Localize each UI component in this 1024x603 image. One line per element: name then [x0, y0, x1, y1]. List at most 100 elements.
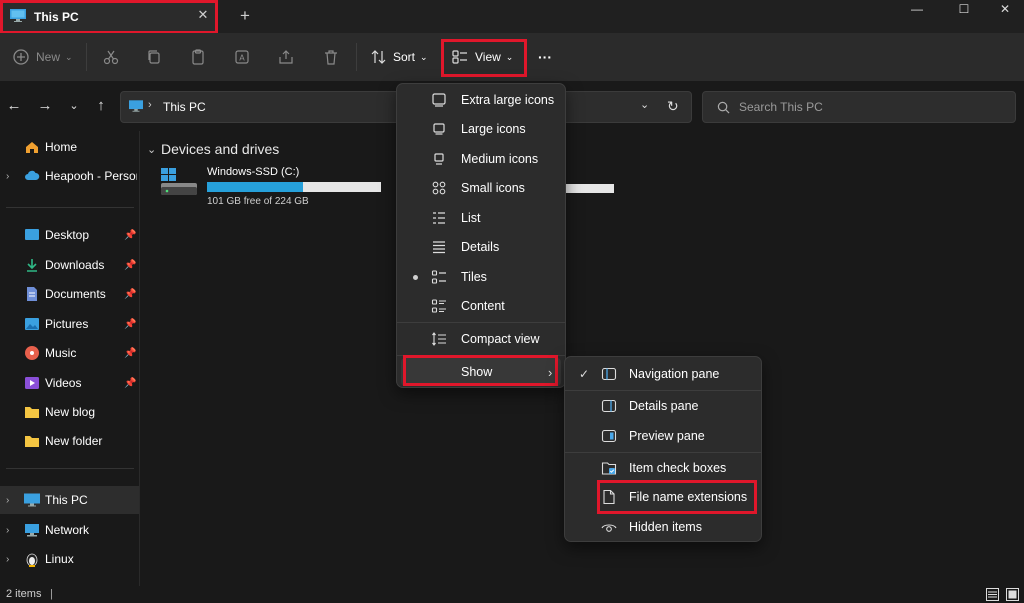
sidebar-item-label: New blog — [45, 405, 96, 419]
menu-item-details[interactable]: Details — [401, 233, 561, 261]
sidebar-item-music[interactable]: Music 📌 — [0, 339, 139, 367]
expand-chevron-icon[interactable]: › — [6, 495, 9, 506]
rename-icon: A — [235, 50, 249, 64]
file-extension-icon — [603, 489, 615, 505]
menu-item-file-name-extensions[interactable]: File name extensions — [569, 482, 757, 511]
home-icon — [26, 142, 38, 153]
delete-button[interactable] — [322, 45, 340, 69]
collapse-chevron-icon[interactable]: ⌄ — [147, 143, 156, 156]
menu-item-show[interactable]: Show › — [401, 358, 561, 386]
sidebar-item-onedrive[interactable]: › Heapooh - Personal — [0, 162, 139, 190]
sidebar-item-label: Home — [45, 140, 78, 154]
new-tab-button[interactable]: + — [236, 7, 254, 25]
large-icons-icon — [433, 123, 445, 135]
maximize-button[interactable]: ☐ — [941, 0, 987, 20]
drive-usage-bar — [207, 182, 381, 192]
new-button[interactable]: New ⌄ — [12, 45, 73, 69]
menu-item-label: Content — [461, 299, 505, 313]
address-path: This PC — [163, 100, 206, 114]
show-submenu: ✓ Navigation pane Details pane Preview p… — [564, 356, 762, 542]
list-icon — [433, 212, 445, 224]
clipboard-icon — [192, 49, 204, 65]
expand-chevron-icon[interactable]: › — [6, 554, 9, 565]
share-button[interactable] — [277, 45, 295, 69]
menu-item-compact-view[interactable]: Compact view — [401, 325, 561, 353]
menu-item-large-icons[interactable]: Large icons — [401, 115, 561, 143]
menu-item-list[interactable]: List — [401, 204, 561, 232]
copy-button[interactable] — [145, 45, 163, 69]
search-box[interactable]: Search This PC — [702, 91, 1016, 123]
pin-icon: 📌 — [124, 229, 137, 241]
close-window-button[interactable]: ✕ — [982, 0, 1024, 20]
paste-button[interactable] — [189, 45, 207, 69]
linux-penguin-icon — [26, 553, 38, 567]
menu-item-label: Small icons — [461, 181, 525, 195]
details-layout-icon[interactable] — [986, 588, 999, 601]
content-icon — [431, 299, 446, 313]
tiles-icon — [431, 270, 446, 284]
menu-item-small-icons[interactable]: Small icons — [401, 174, 561, 202]
sidebar-item-this-pc[interactable]: › This PC — [0, 486, 139, 514]
sidebar-item-label: Linux — [45, 552, 74, 566]
forward-arrow-icon[interactable]: → — [35, 96, 55, 116]
back-arrow-icon[interactable]: ← — [4, 96, 24, 116]
preview-pane-icon — [601, 429, 617, 443]
rename-button[interactable]: A — [233, 45, 251, 69]
pictures-icon — [25, 318, 39, 330]
view-button[interactable]: View ⌄ — [451, 45, 513, 69]
pin-icon: 📌 — [124, 377, 137, 389]
menu-item-label: Tiles — [461, 270, 487, 284]
status-bar: 2 items | — [0, 586, 1024, 603]
sidebar-item-home[interactable]: Home — [0, 133, 139, 161]
pin-icon: 📌 — [124, 318, 137, 330]
cut-button[interactable] — [102, 45, 120, 69]
tab-title: This PC — [34, 10, 79, 24]
menu-item-tiles[interactable]: Tiles — [401, 263, 561, 291]
up-arrow-icon[interactable]: ↑ — [91, 96, 111, 116]
refresh-icon[interactable]: ↻ — [667, 98, 679, 115]
sidebar-item-desktop[interactable]: Desktop 📌 — [0, 221, 139, 249]
menu-item-item-check-boxes[interactable]: Item check boxes — [569, 453, 757, 482]
menu-item-preview-pane[interactable]: Preview pane — [569, 421, 757, 450]
sort-button[interactable]: Sort ⌄ — [370, 45, 428, 69]
monitor-icon — [129, 100, 143, 112]
address-dropdown-icon[interactable]: ⌄ — [640, 98, 649, 111]
expand-chevron-icon[interactable]: › — [6, 171, 9, 182]
menu-item-details-pane[interactable]: Details pane — [569, 391, 757, 420]
sidebar-item-videos[interactable]: Videos 📌 — [0, 369, 139, 397]
close-tab-icon[interactable]: ✕ — [196, 8, 210, 22]
sidebar-item-new-folder[interactable]: New folder — [0, 427, 139, 455]
menu-item-extra-large-icons[interactable]: Extra large icons — [401, 86, 561, 114]
sidebar-item-linux[interactable]: › Linux — [0, 545, 139, 573]
section-title: Devices and drives — [161, 141, 280, 157]
monitor-icon — [24, 493, 40, 507]
more-options-button[interactable]: ··· — [538, 45, 552, 69]
menu-item-label: Item check boxes — [629, 460, 727, 475]
menu-item-label: Details pane — [629, 398, 699, 413]
menu-item-label: List — [461, 211, 481, 225]
minimize-button[interactable]: — — [894, 0, 940, 20]
expand-chevron-icon[interactable]: › — [6, 525, 9, 536]
recent-chevron-icon[interactable]: ⌄ — [64, 96, 84, 116]
menu-item-hidden-items[interactable]: Hidden items — [569, 512, 757, 541]
sidebar-item-new-blog[interactable]: New blog — [0, 398, 139, 426]
menu-divider — [397, 355, 565, 356]
divider — [6, 468, 134, 469]
divider — [86, 43, 87, 71]
command-bar: New ⌄ A Sort ⌄ View ⌄ ··· — [0, 33, 1024, 81]
menu-item-navigation-pane[interactable]: ✓ Navigation pane — [569, 359, 757, 388]
tiles-layout-icon[interactable] — [1006, 588, 1019, 601]
sidebar-item-pictures[interactable]: Pictures 📌 — [0, 310, 139, 338]
menu-item-medium-icons[interactable]: Medium icons — [401, 145, 561, 173]
navigation-pane: Home › Heapooh - Personal Desktop 📌 Down… — [0, 131, 140, 586]
cloud-icon — [25, 170, 40, 180]
menu-item-label: Show — [461, 365, 493, 379]
tab-this-pc[interactable]: This PC ✕ — [0, 0, 218, 33]
trash-icon — [325, 50, 337, 65]
sidebar-item-network[interactable]: › Network — [0, 516, 139, 544]
sidebar-item-documents[interactable]: Documents 📌 — [0, 280, 139, 308]
folder-icon — [25, 436, 39, 447]
sidebar-item-downloads[interactable]: Downloads 📌 — [0, 251, 139, 279]
menu-item-content[interactable]: Content — [401, 292, 561, 320]
drive-icon[interactable] — [159, 165, 199, 201]
